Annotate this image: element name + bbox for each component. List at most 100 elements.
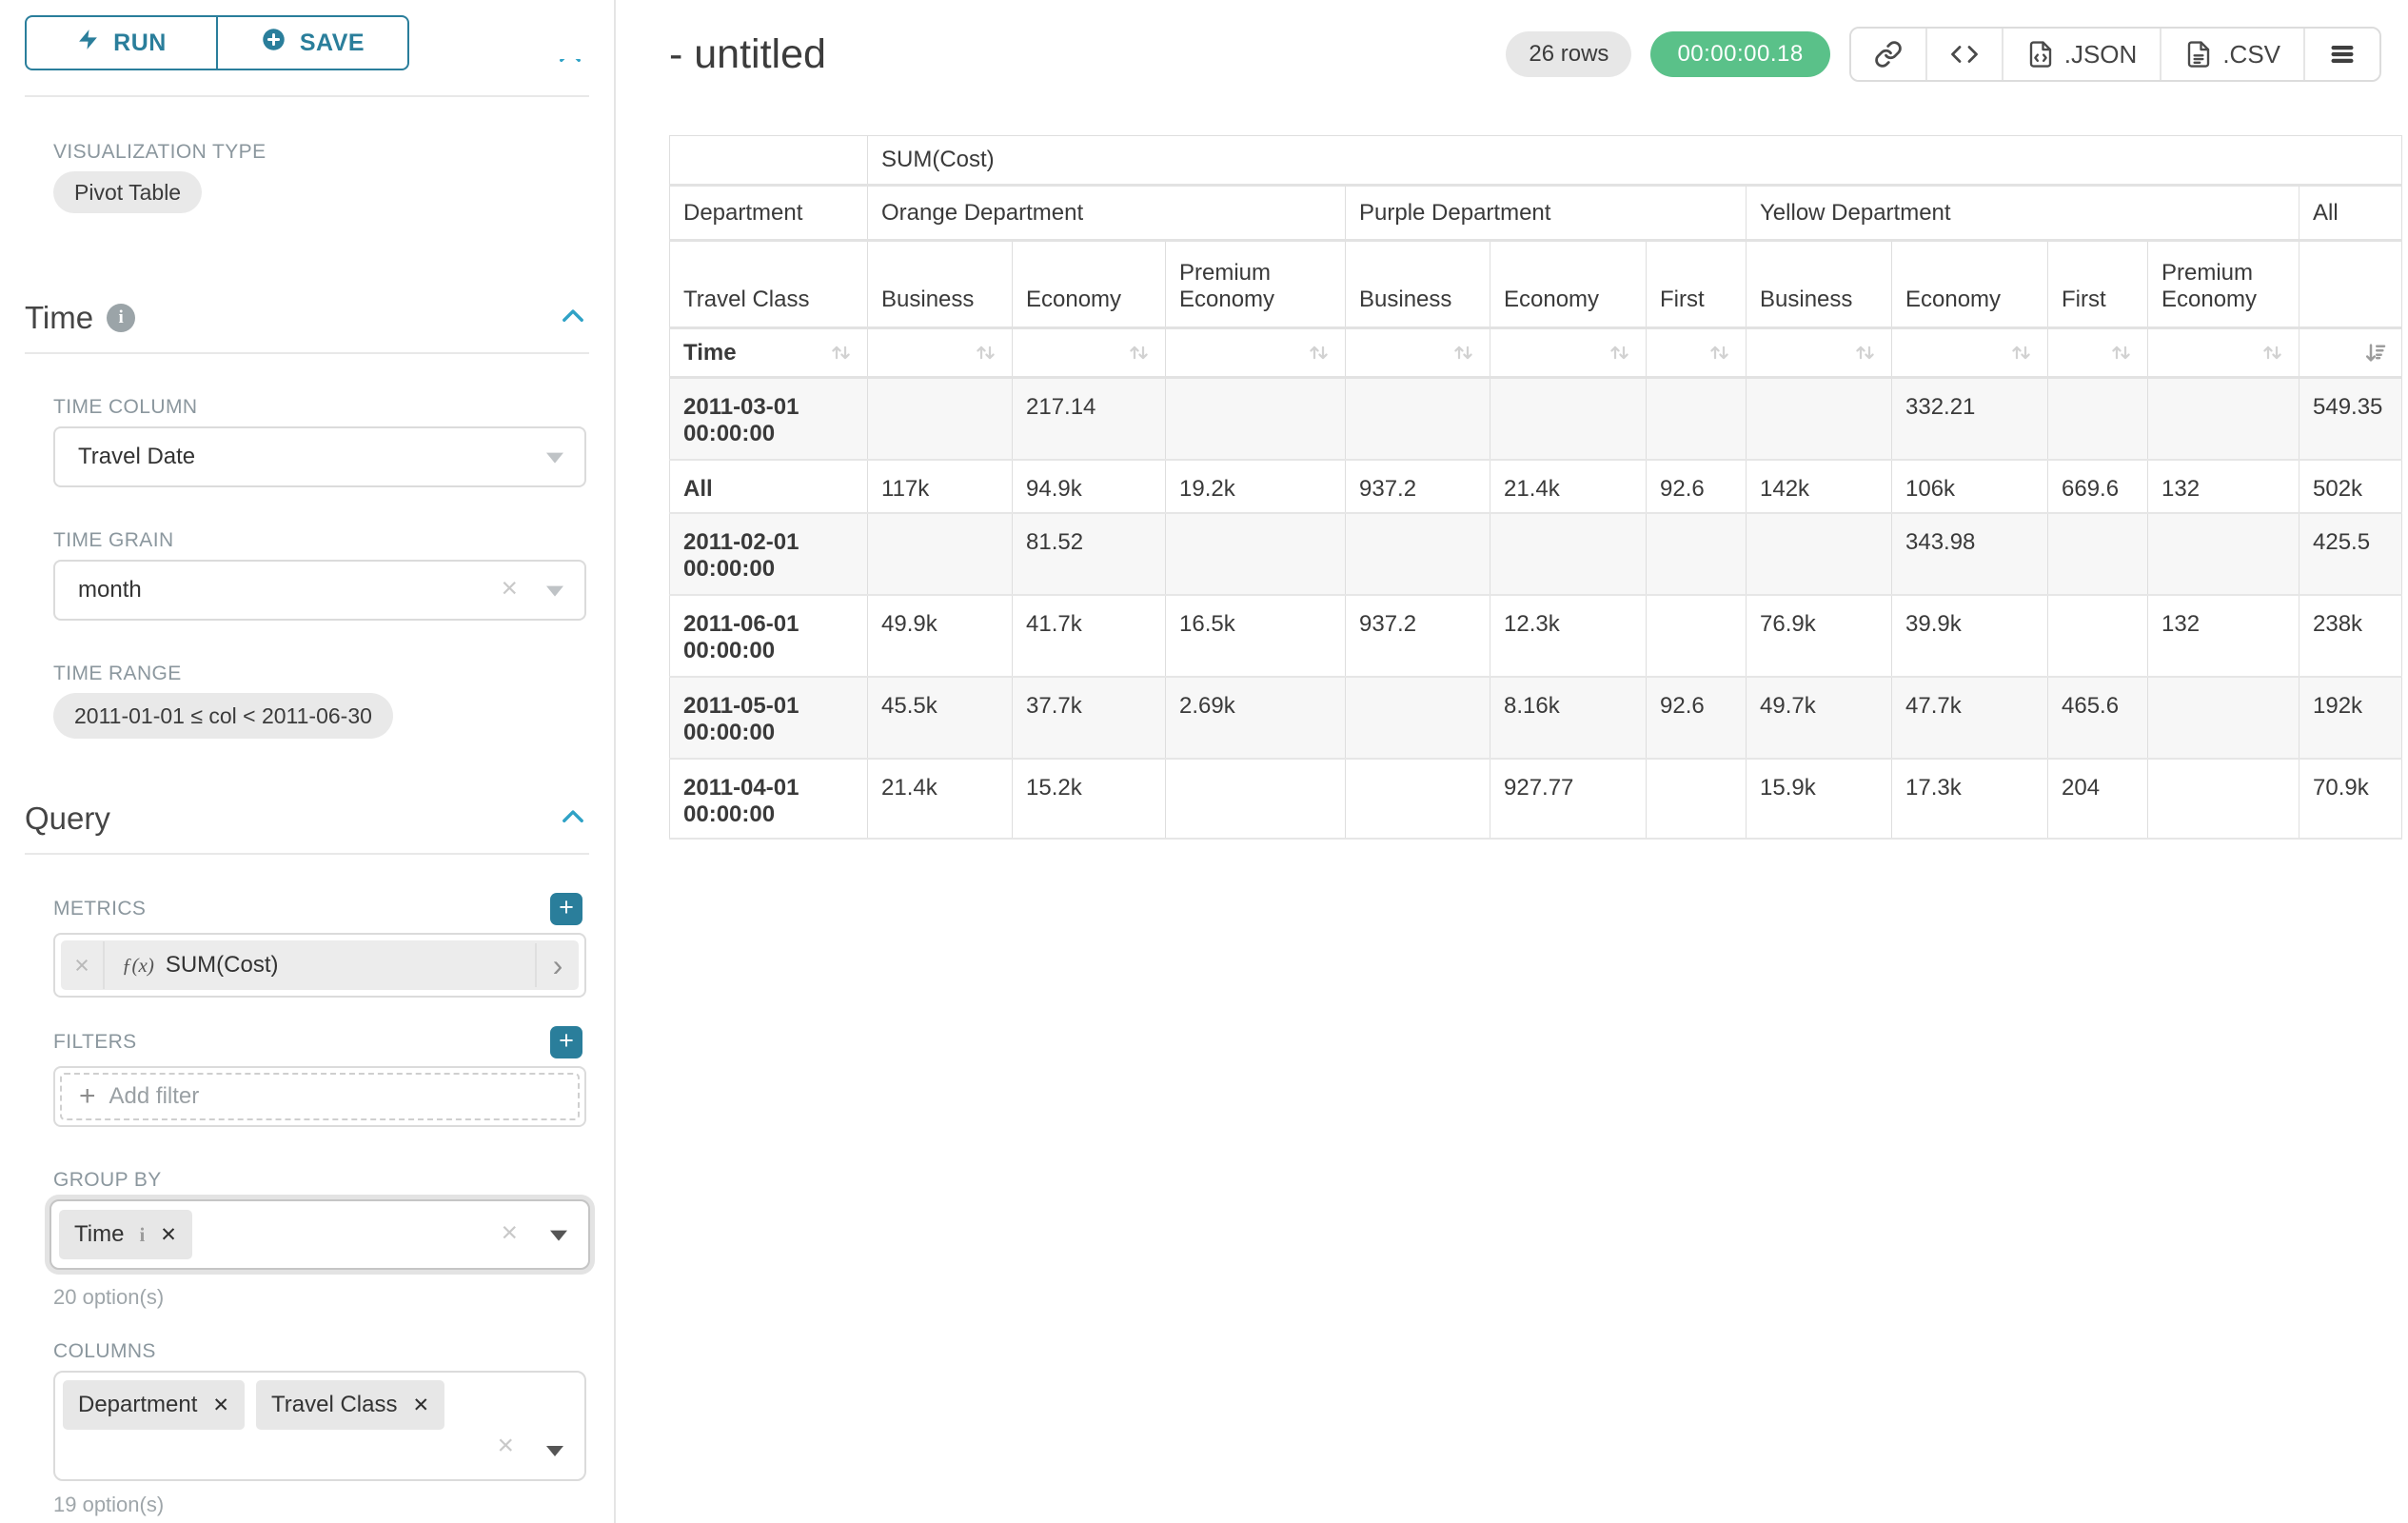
chevron-up-icon-partial[interactable] — [550, 59, 590, 70]
caret-down-icon[interactable] — [546, 586, 563, 597]
pivot-cell: 76.9k — [1747, 595, 1892, 677]
pivot-travel-class-header: Business — [1747, 241, 1892, 328]
remove-metric-icon[interactable]: × — [61, 941, 105, 989]
selected-option-tag[interactable]: Department✕ — [63, 1380, 245, 1430]
group-by-select[interactable]: Timei✕ × — [49, 1199, 590, 1270]
chart-header-actions: 26 rows 00:00:00.18 .JSON .CSV — [1506, 27, 2381, 82]
pivot-data-row: 2011-06-01 00:00:0049.9k41.7k16.5k937.21… — [670, 595, 2402, 677]
clear-icon[interactable]: × — [497, 1430, 514, 1462]
columns-select[interactable]: Department✕Travel Class✕ × — [53, 1371, 586, 1481]
remove-tag-icon[interactable]: ✕ — [412, 1394, 429, 1417]
pivot-cell — [2148, 759, 2299, 839]
save-button[interactable]: SAVE — [217, 15, 409, 70]
time-grain-value: month — [78, 577, 142, 603]
remove-tag-icon[interactable]: ✕ — [212, 1394, 229, 1417]
info-icon[interactable]: i — [107, 304, 135, 332]
info-icon[interactable]: i — [139, 1223, 145, 1247]
link-icon — [1874, 40, 1903, 69]
group-by-options-hint: 20 option(s) — [53, 1285, 614, 1310]
pivot-cell — [2048, 378, 2148, 460]
time-range-value[interactable]: 2011-01-01 ≤ col < 2011-06-30 — [53, 693, 393, 739]
more-menu-button[interactable] — [2303, 29, 2379, 80]
query-section-header: Query — [25, 798, 589, 840]
pivot-travel-class-header: Economy — [1892, 241, 2048, 328]
time-grain-select[interactable]: month × — [53, 560, 586, 621]
export-json-button[interactable]: .JSON — [2002, 29, 2161, 80]
pivot-cell: 94.9k — [1013, 460, 1166, 513]
sort-icon[interactable] — [1126, 340, 1152, 366]
pivot-travel-class-header: First — [1647, 241, 1747, 328]
metric-value: SUM(Cost) — [166, 952, 279, 979]
sort-icon[interactable] — [1852, 340, 1878, 366]
pivot-department-axis-label: Department — [670, 186, 868, 241]
time-axis-label: Time — [683, 340, 737, 366]
time-column-label: TIME COLUMN — [53, 396, 614, 419]
pivot-cell: 81.52 — [1013, 513, 1166, 595]
pivot-data-row: All117k94.9k19.2k937.221.4k92.6142k106k6… — [670, 460, 2402, 513]
pivot-cell — [2048, 595, 2148, 677]
pivot-cell — [2148, 378, 2299, 460]
pivot-cell — [1647, 513, 1747, 595]
time-column-value: Travel Date — [78, 444, 195, 470]
export-csv-button[interactable]: .CSV — [2160, 29, 2303, 80]
sort-icon[interactable] — [973, 340, 998, 366]
view-query-button[interactable] — [1925, 29, 2002, 80]
control-panel-sidebar: Chart Type RUN SAVE VISUALIZATION TYPE P… — [0, 0, 616, 1523]
pivot-cell: 142k — [1747, 460, 1892, 513]
sort-desc-icon[interactable] — [2362, 340, 2388, 366]
visualization-type-value[interactable]: Pivot Table — [53, 171, 202, 213]
clear-icon[interactable]: × — [501, 1217, 518, 1250]
sort-icon[interactable] — [2260, 340, 2285, 366]
caret-down-icon[interactable] — [546, 453, 563, 464]
add-filter-dropzone[interactable]: + Add filter — [60, 1073, 580, 1120]
chevron-right-icon[interactable]: › — [535, 943, 579, 987]
pivot-data-row: 2011-04-01 00:00:0021.4k15.2k927.7715.9k… — [670, 759, 2402, 839]
run-button[interactable]: RUN — [25, 15, 217, 70]
remove-tag-icon[interactable]: ✕ — [160, 1223, 177, 1247]
clear-icon[interactable]: × — [501, 573, 518, 605]
export-csv-label: .CSV — [2222, 40, 2280, 69]
add-filter-plus-button[interactable]: + — [550, 1026, 582, 1058]
sort-icon[interactable] — [1707, 340, 1732, 366]
selected-option-tag[interactable]: Travel Class✕ — [256, 1380, 444, 1430]
sort-icon[interactable] — [1607, 340, 1632, 366]
pivot-cell: 41.7k — [1013, 595, 1166, 677]
sort-icon[interactable] — [1451, 340, 1476, 366]
add-metric-button[interactable]: + — [550, 893, 582, 925]
sort-icon[interactable] — [1306, 340, 1332, 366]
pivot-cell — [1647, 595, 1747, 677]
sort-icon[interactable] — [828, 340, 854, 366]
pivot-department-header: Yellow Department — [1747, 186, 2299, 241]
chart-title[interactable]: - untitled — [669, 31, 826, 78]
share-link-button[interactable] — [1851, 29, 1925, 80]
pivot-sort-header — [868, 328, 1013, 378]
pivot-department-header: Purple Department — [1346, 186, 1747, 241]
chevron-up-icon[interactable] — [557, 300, 589, 337]
pivot-cell: 16.5k — [1166, 595, 1346, 677]
pivot-cell: 92.6 — [1647, 460, 1747, 513]
metric-pill[interactable]: × ƒ(x) SUM(Cost) › — [61, 940, 579, 990]
pivot-cell: 465.6 — [2048, 677, 2148, 759]
sort-icon[interactable] — [2008, 340, 2034, 366]
pivot-department-header: Orange Department — [868, 186, 1346, 241]
columns-label: COLUMNS — [53, 1340, 614, 1363]
pivot-time-axis-label: Time — [670, 328, 868, 378]
pivot-cell: 47.7k — [1892, 677, 2048, 759]
time-column-select[interactable]: Travel Date — [53, 426, 586, 487]
caret-down-icon[interactable] — [546, 1446, 563, 1456]
pivot-row-header: 2011-05-01 00:00:00 — [670, 677, 868, 759]
caret-down-icon[interactable] — [550, 1231, 567, 1241]
pivot-cell — [868, 513, 1013, 595]
pivot-cell — [2148, 513, 2299, 595]
pivot-sort-header — [1166, 328, 1346, 378]
pivot-cell: 217.14 — [1013, 378, 1166, 460]
chevron-up-icon[interactable] — [557, 801, 589, 838]
export-json-label: .JSON — [2064, 40, 2138, 69]
selected-option-tag[interactable]: Timei✕ — [59, 1210, 192, 1259]
pivot-travel-class-header: Premium Economy — [2148, 241, 2299, 328]
pivot-table: SUM(Cost)DepartmentOrange DepartmentPurp… — [669, 135, 2402, 840]
pivot-cell: 132 — [2148, 460, 2299, 513]
sort-icon[interactable] — [2108, 340, 2134, 366]
row-count-badge: 26 rows — [1506, 31, 1631, 77]
metrics-control: × ƒ(x) SUM(Cost) › — [53, 933, 586, 998]
